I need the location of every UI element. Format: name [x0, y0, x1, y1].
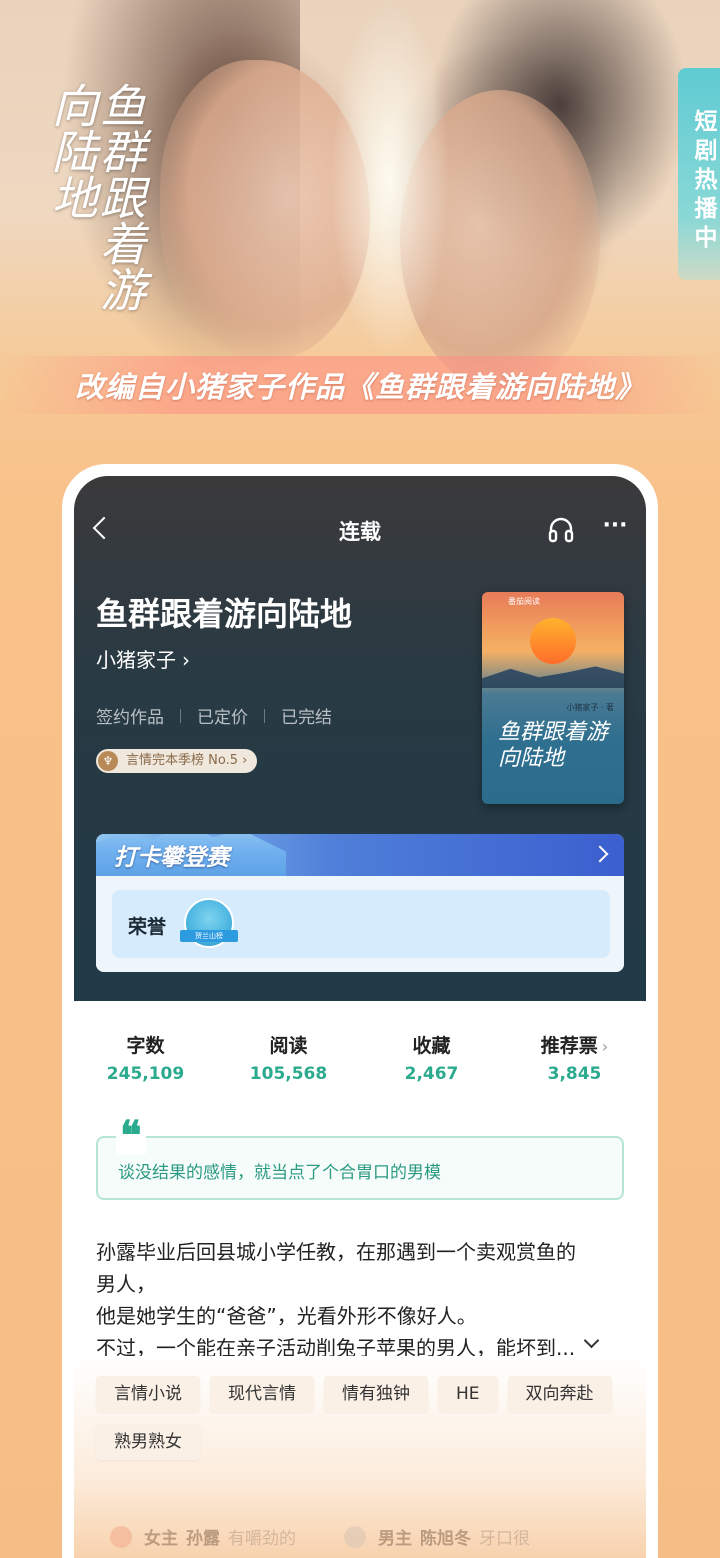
book-title: 鱼群跟着游向陆地 — [96, 595, 353, 633]
mountain-medal-icon[interactable]: 贺兰山榜 — [180, 898, 238, 948]
male-avatar-icon — [344, 1525, 366, 1548]
rank-badge[interactable]: ♆ 言情完本季榜 No.5 › — [96, 749, 258, 773]
chevron-right-icon: › — [601, 1037, 609, 1056]
stat-value: 245,109 — [106, 1064, 185, 1084]
tag-item[interactable]: 双向奔赴 — [507, 1376, 612, 1412]
tagline-quote: ❝ 谈没结果的感情，就当点了个合胃口的男模 — [96, 1116, 624, 1200]
stat-value: 105,568 — [249, 1064, 328, 1084]
role-name: 陈旭冬 — [420, 1529, 471, 1549]
phone-frame: 连载 ··· 鱼群跟着游向陆地 小猪家子 › 签约作品 已定价 已完结 ♆ 言情… — [62, 464, 658, 1558]
stat-recommend-votes[interactable]: 推荐票 › 3,845 — [503, 1031, 646, 1091]
climb-title: 打卡攀登赛 — [114, 845, 229, 871]
synopsis-line: 孙露毕业后回县城小学任教，在那遇到一个卖观赏鱼的 — [96, 1240, 576, 1264]
stat-value: 2,467 — [404, 1064, 459, 1084]
drama-poster[interactable]: 鱼群跟着游向陆地 改编自小猪家子作品《鱼群跟着游向陆地》 — [0, 0, 720, 470]
stat-label: 阅读 — [269, 1035, 308, 1057]
quote-text: 谈没结果的感情，就当点了个合胃口的男模 — [118, 1163, 441, 1183]
meta-divider — [264, 708, 265, 723]
poster-subtitle-banner: 改编自小猪家子作品《鱼群跟着游向陆地》 — [0, 356, 720, 414]
trophy-icon: ♆ — [98, 751, 118, 771]
book-header-panel: 连载 ··· 鱼群跟着游向陆地 小猪家子 › 签约作品 已定价 已完结 ♆ 言情… — [74, 476, 646, 1001]
stat-label: 收藏 — [412, 1035, 451, 1057]
synopsis-line: 男人， — [96, 1272, 156, 1296]
tag-item[interactable]: 现代言情 — [210, 1376, 314, 1412]
role-name: 孙露 — [186, 1529, 220, 1549]
quote-mark-icon: ❝ — [116, 1116, 146, 1156]
cover-sun — [530, 618, 576, 664]
book-meta: 签约作品 已定价 已完结 — [96, 703, 332, 728]
author-link[interactable]: 小猪家子 › — [96, 644, 190, 673]
stat-word-count: 字数 245,109 — [74, 1031, 217, 1091]
book-cover[interactable]: 番茄阅读 小猪家子 · 著 鱼群跟着游向陆地 — [482, 592, 624, 804]
short-drama-tag[interactable]: 短剧热播中 — [678, 68, 720, 280]
stat-favorites: 收藏 2,467 — [360, 1031, 503, 1091]
meta-priced: 已定价 — [197, 708, 248, 728]
role-type: 女主 — [144, 1529, 178, 1549]
cover-brand: 番茄阅读 — [508, 597, 540, 606]
cover-author: 小猪家子 · 著 — [566, 703, 614, 712]
rank-badge-text: 言情完本季榜 No.5 — [126, 753, 238, 768]
meta-signed: 签约作品 — [96, 708, 164, 728]
role-type: 男主 — [378, 1529, 412, 1549]
author-name: 小猪家子 — [96, 648, 176, 672]
stat-reads: 阅读 105,568 — [217, 1031, 360, 1091]
climb-body: 荣誉 贺兰山榜 — [96, 876, 624, 972]
poster-light-glow — [330, 0, 450, 360]
role-desc: 有嚼劲的 — [228, 1529, 296, 1549]
meta-divider — [180, 708, 181, 723]
meta-finished: 已完结 — [281, 708, 332, 728]
tag-item[interactable]: HE — [438, 1376, 498, 1412]
honor-label: 荣誉 — [128, 916, 167, 938]
cover-hills — [482, 666, 624, 688]
climbing-challenge-card[interactable]: 打卡攀登赛 荣誉 贺兰山榜 — [96, 834, 624, 972]
top-navigation-bar: 连载 ··· — [74, 512, 646, 552]
chevron-right-icon: › — [242, 753, 248, 768]
medal-ribbon: 贺兰山榜 — [180, 930, 238, 942]
character-female-lead[interactable]: 女主 孙露 有嚼劲的 — [110, 1524, 296, 1549]
book-detail-screen: 连载 ··· 鱼群跟着游向陆地 小猪家子 › 签约作品 已定价 已完结 ♆ 言情… — [74, 476, 646, 1558]
poster-calligraphy-title: 鱼群跟着游向陆地 — [44, 82, 147, 312]
character-male-lead[interactable]: 男主 陈旭冬 牙口很 — [344, 1524, 530, 1549]
stat-value: 3,845 — [547, 1064, 602, 1084]
more-options-icon[interactable]: ··· — [600, 514, 630, 544]
role-desc: 牙口很 — [479, 1529, 530, 1549]
chevron-right-icon: › — [182, 648, 190, 672]
cover-title: 鱼群跟着游向陆地 — [498, 720, 609, 771]
tag-item[interactable]: 言情小说 — [96, 1376, 200, 1412]
tag-item[interactable]: 情有独钟 — [324, 1376, 428, 1412]
stat-label-text: 推荐票 — [540, 1035, 598, 1057]
stat-label: 推荐票 › — [503, 1031, 646, 1058]
synopsis-line: 他是她学生的“爸爸”，光看外形不像好人。 — [96, 1304, 477, 1328]
tag-item[interactable]: 熟男熟女 — [96, 1424, 200, 1460]
stat-label: 字数 — [126, 1035, 165, 1057]
headphones-icon[interactable] — [546, 514, 576, 544]
book-stats: 字数 245,109 阅读 105,568 收藏 2,467 推荐票 › 3,84… — [74, 1031, 646, 1091]
honor-box: 荣誉 贺兰山榜 — [112, 890, 610, 958]
character-list: 女主 孙露 有嚼劲的 男主 陈旭冬 牙口很 — [110, 1524, 630, 1549]
female-avatar-icon — [110, 1525, 132, 1548]
synopsis[interactable]: 孙露毕业后回县城小学任教，在那遇到一个卖观赏鱼的 男人， 他是她学生的“爸爸”，… — [96, 1236, 624, 1364]
poster-subtitle: 改编自小猪家子作品《鱼群跟着游向陆地》 — [74, 370, 645, 404]
tag-list: 言情小说 现代言情 情有独钟 HE 双向奔赴 熟男熟女 — [96, 1376, 624, 1460]
